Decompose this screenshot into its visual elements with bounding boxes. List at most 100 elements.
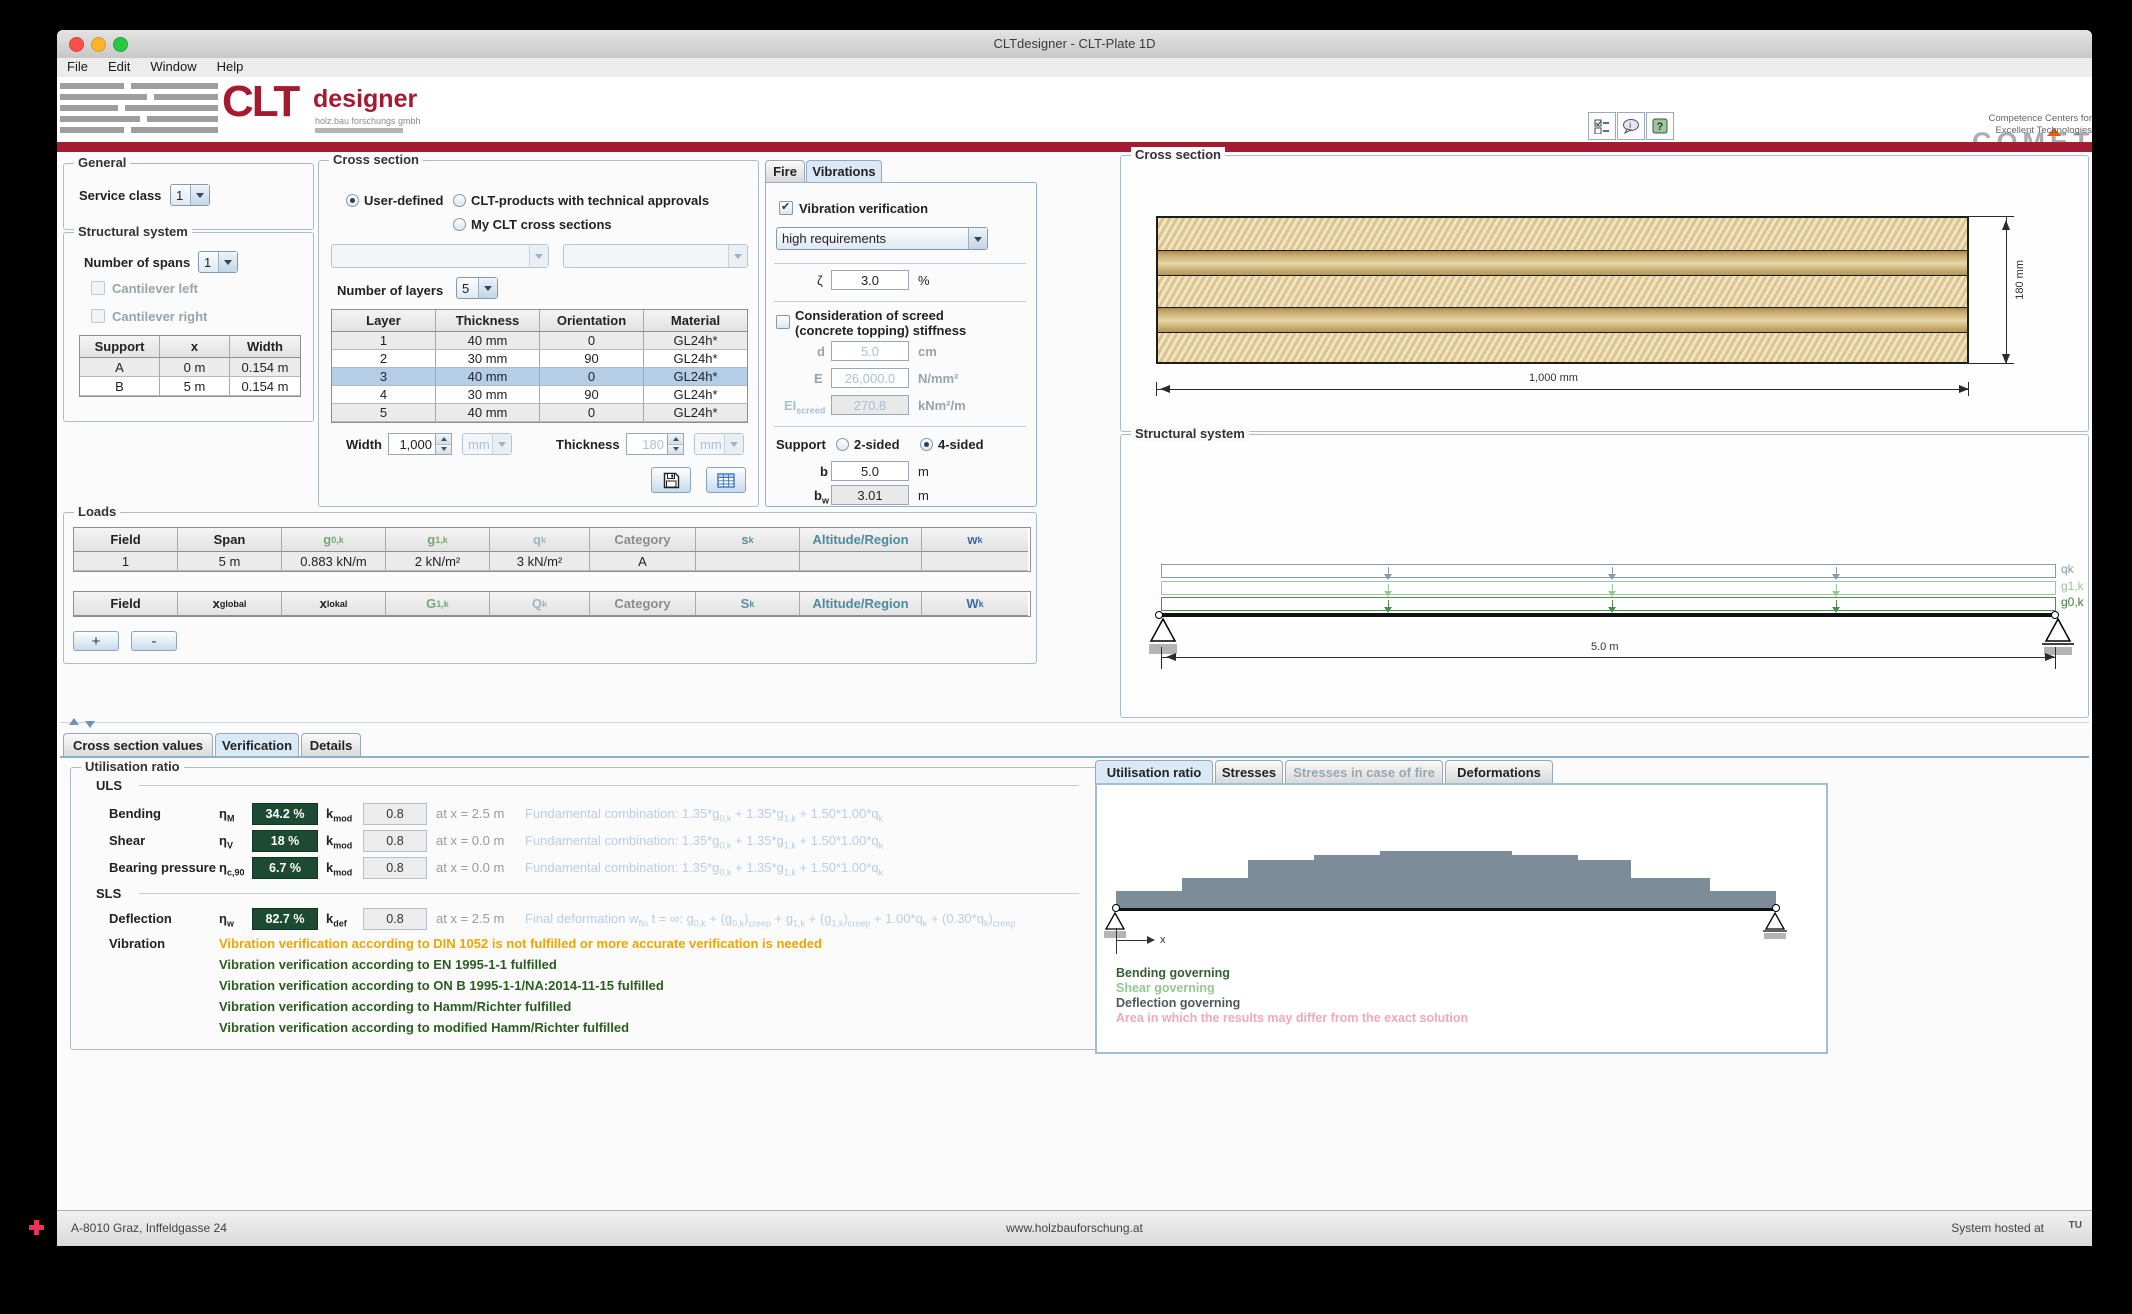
tab-stresses-fire: Stresses in case of fire — [1285, 760, 1443, 783]
cantilever-right-checkbox[interactable] — [91, 309, 105, 323]
logo-clt: CLT — [222, 77, 298, 127]
cross-section-title: Cross section — [329, 152, 423, 167]
clt-product-select[interactable] — [331, 244, 549, 268]
support-2-sided-radio[interactable] — [836, 438, 849, 451]
deflection-combination: Final deformation wfin t = ∞: g0,k + (g0… — [525, 911, 1015, 929]
loads-row-1[interactable]: 1 5 m 0.883 kN/m 2 kN/m² 3 kN/m² A — [74, 552, 1030, 571]
legend-approx-area: Area in which the results may differ fro… — [1116, 1011, 1468, 1025]
e-field[interactable]: 26,000.0 — [831, 368, 909, 388]
layer-row-2[interactable]: 230 mm90GL24h* — [332, 350, 747, 368]
layer-row-4[interactable]: 430 mm90GL24h* — [332, 386, 747, 404]
clt-products-label: CLT-products with technical approvals — [471, 193, 709, 208]
splitter-down-icon[interactable] — [85, 721, 95, 728]
layer-row-1[interactable]: 140 mm0GL24h* — [332, 332, 747, 350]
menu-edit[interactable]: Edit — [98, 58, 140, 75]
utilisation-ratio-groupbox: Utilisation ratio ULS Bending ηM 34.2 % … — [70, 767, 1102, 1050]
cross-section-groupbox: Cross section User-defined CLT-products … — [318, 160, 759, 507]
cantilever-left-label: Cantilever left — [112, 281, 198, 296]
width-spinner[interactable]: 1,000 — [388, 433, 452, 455]
clt-variant-select[interactable] — [563, 244, 748, 268]
tab-verification[interactable]: Verification — [215, 733, 299, 757]
thickness-spinner[interactable]: 180 — [626, 433, 684, 455]
deflection-eta-label: ηw — [219, 911, 234, 929]
splitter[interactable] — [60, 722, 2089, 723]
my-clt-radio[interactable] — [453, 218, 466, 231]
support-row-a[interactable]: A 0 m 0.154 m — [80, 358, 300, 377]
e-label: E — [814, 371, 823, 386]
comet-tagline-2: Excellent Technologies — [1887, 125, 2092, 136]
zeta-field[interactable]: 3.0 — [831, 270, 909, 290]
table-grid-icon — [717, 473, 735, 488]
Sk-col-header: Sk — [696, 592, 800, 616]
general-title: General — [74, 155, 130, 170]
bw-label: bw — [814, 488, 829, 506]
logo-bars — [60, 83, 218, 138]
support-row-b[interactable]: B 5 m 0.154 m — [80, 377, 300, 396]
legend-shear: Shear governing — [1116, 981, 1215, 995]
splitter-up-icon[interactable] — [69, 718, 79, 725]
sk-col-header: sk — [696, 528, 800, 552]
feedback-button[interactable]: i — [1617, 112, 1645, 140]
checklist-icon — [1594, 118, 1610, 134]
spinner-arrows-icon[interactable] — [667, 434, 683, 454]
d-label: d — [817, 344, 825, 359]
menu-file[interactable]: File — [57, 58, 98, 75]
category-col-header: Category — [590, 592, 696, 616]
menu-window[interactable]: Window — [140, 58, 206, 75]
thickness-label: Thickness — [556, 437, 620, 452]
vibrations-panel: Vibration verification high requirements… — [765, 182, 1037, 507]
requirements-select[interactable]: high requirements — [776, 227, 988, 250]
width-unit-select[interactable]: mm — [462, 433, 512, 455]
vibration-result: Vibration verification according to Hamm… — [219, 999, 571, 1014]
height-dimension-label: 180 mm — [2014, 260, 2026, 300]
uls-label: ULS — [96, 778, 122, 793]
tab-cross-section-values[interactable]: Cross section values — [63, 733, 213, 757]
altitude-col-header: Altitude/Region — [800, 528, 922, 552]
d-field[interactable]: 5.0 — [831, 341, 909, 361]
tab-vibrations[interactable]: Vibrations — [806, 160, 882, 182]
field-col-header: Field — [74, 528, 178, 552]
spinner-arrows-icon[interactable] — [435, 434, 451, 454]
number-of-spans-select[interactable]: 1 — [198, 251, 238, 273]
tab-fire[interactable]: Fire — [765, 160, 805, 182]
user-defined-radio[interactable] — [346, 194, 359, 207]
height-dimension-line — [2006, 216, 2007, 364]
chevron-down-icon — [190, 185, 209, 205]
layer-grid-button[interactable] — [706, 467, 746, 493]
tab-deformations[interactable]: Deformations — [1445, 760, 1553, 783]
span-dimension-label: 5.0 m — [1591, 641, 1619, 653]
bending-kmod-label: kmod — [326, 806, 352, 824]
layer-row-5[interactable]: 540 mm0GL24h* — [332, 404, 747, 422]
thickness-unit-select[interactable]: mm — [694, 433, 744, 455]
tab-stresses[interactable]: Stresses — [1215, 760, 1283, 783]
vibration-verification-checkbox[interactable] — [779, 201, 793, 215]
save-cross-section-button[interactable] — [651, 467, 691, 493]
number-of-layers-select[interactable]: 5 — [456, 277, 498, 299]
bearing-pressure-label: Bearing pressure — [109, 860, 216, 875]
add-load-button[interactable]: + — [73, 631, 119, 651]
legend-deflection: Deflection governing — [1116, 996, 1240, 1010]
tu-logo-text: TU — [2069, 1220, 2082, 1231]
support-4-sided-radio[interactable] — [920, 438, 933, 451]
help-button[interactable]: ? — [1646, 112, 1674, 140]
tab-details[interactable]: Details — [301, 733, 361, 757]
menu-help[interactable]: Help — [207, 58, 254, 75]
g0k-col-header: g0,k — [282, 528, 386, 552]
layer-row-3-selected[interactable]: 340 mm0GL24h* — [332, 368, 747, 386]
b-field[interactable]: 5.0 — [831, 461, 909, 481]
clt-products-radio[interactable] — [453, 194, 466, 207]
remove-load-button[interactable]: - — [131, 631, 177, 651]
options-button[interactable] — [1588, 112, 1616, 140]
number-of-layers-label: Number of layers — [337, 283, 443, 298]
chevron-down-icon — [478, 278, 497, 298]
utilisation-ratio-title: Utilisation ratio — [81, 759, 184, 774]
tab-utilisation-ratio[interactable]: Utilisation ratio — [1095, 760, 1213, 783]
support-label: Support — [776, 437, 826, 452]
comet-tagline-1: Competence Centers for — [1887, 113, 2092, 124]
bw-unit: m — [918, 488, 929, 503]
screed-checkbox[interactable] — [776, 315, 790, 329]
b-unit: m — [918, 464, 929, 479]
service-class-select[interactable]: 1 — [170, 184, 210, 206]
cantilever-left-checkbox[interactable] — [91, 281, 105, 295]
floppy-disk-icon — [663, 472, 680, 489]
